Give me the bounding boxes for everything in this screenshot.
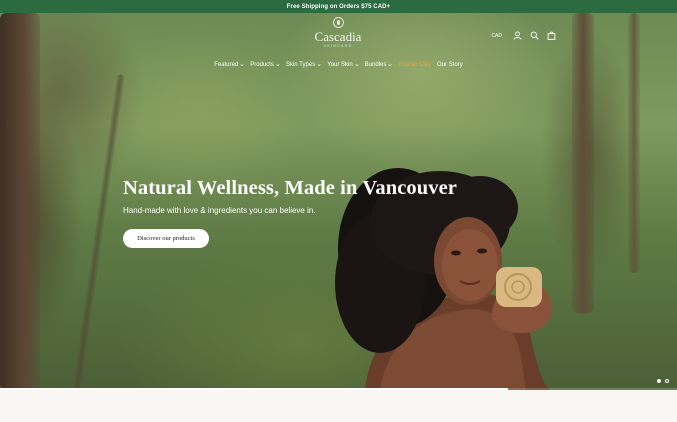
chevron-down-icon: [317, 64, 321, 67]
slide-dot[interactable]: [665, 379, 669, 383]
nav-item-label: Bundles: [364, 62, 387, 68]
chevron-down-icon: [276, 64, 280, 67]
tree-trunk: [72, 73, 126, 390]
nav-item-label: Featured: [214, 62, 239, 68]
user-icon[interactable]: [512, 30, 523, 41]
nav-item-label: Your Skin: [327, 62, 353, 68]
nav-item-label: Skin Types: [285, 62, 316, 68]
main-nav: Featured Products Skin Types Your Skin B…: [0, 62, 677, 68]
nav-item-skin-types[interactable]: Skin Types: [286, 62, 321, 68]
currency-selector[interactable]: CAD: [491, 33, 502, 39]
discover-products-button[interactable]: Discover our products: [123, 229, 209, 248]
announcement-text: Free Shipping on Orders $75 CAD+: [286, 3, 391, 10]
hero-title: Natural Wellness, Made in Vancouver: [123, 177, 457, 199]
chevron-down-icon: [240, 64, 244, 67]
brand-tagline: SKINCARE: [323, 44, 353, 48]
nav-item-label: Products: [250, 62, 274, 68]
nav-item-your-skin[interactable]: Your Skin: [327, 62, 359, 68]
nav-item-products[interactable]: Products: [250, 62, 280, 68]
slide-dots: [657, 379, 669, 383]
slide-dot[interactable]: [657, 379, 661, 383]
site-header: Cascadia SKINCARE CAD Featured Products …: [0, 13, 677, 78]
nav-item-label: Glacier Clay: [398, 62, 432, 68]
announcement-bar: Free Shipping on Orders $75 CAD+: [0, 0, 677, 13]
nav-item-our-story[interactable]: Our Story: [437, 62, 463, 68]
nav-item-label: Our Story: [437, 62, 463, 68]
header-tools: CAD: [491, 30, 557, 41]
nav-item-glacier-clay[interactable]: Glacier Clay: [398, 62, 431, 68]
search-icon[interactable]: [529, 30, 540, 41]
brand-name: Cascadia: [314, 29, 362, 44]
page-content-below-fold: [0, 390, 677, 422]
brand-logo[interactable]: Cascadia SKINCARE: [308, 15, 368, 55]
hero-subtitle: Hand-made with love & ingredients you ca…: [123, 206, 316, 215]
bag-icon[interactable]: [546, 30, 557, 41]
chevron-down-icon: [388, 64, 392, 67]
nav-item-featured[interactable]: Featured: [214, 62, 244, 68]
hero-content: Natural Wellness, Made in Vancouver Hand…: [123, 176, 503, 248]
nav-item-bundles[interactable]: Bundles: [365, 62, 393, 68]
logo-emblem-icon: [332, 17, 344, 28]
chevron-down-icon: [355, 64, 359, 67]
